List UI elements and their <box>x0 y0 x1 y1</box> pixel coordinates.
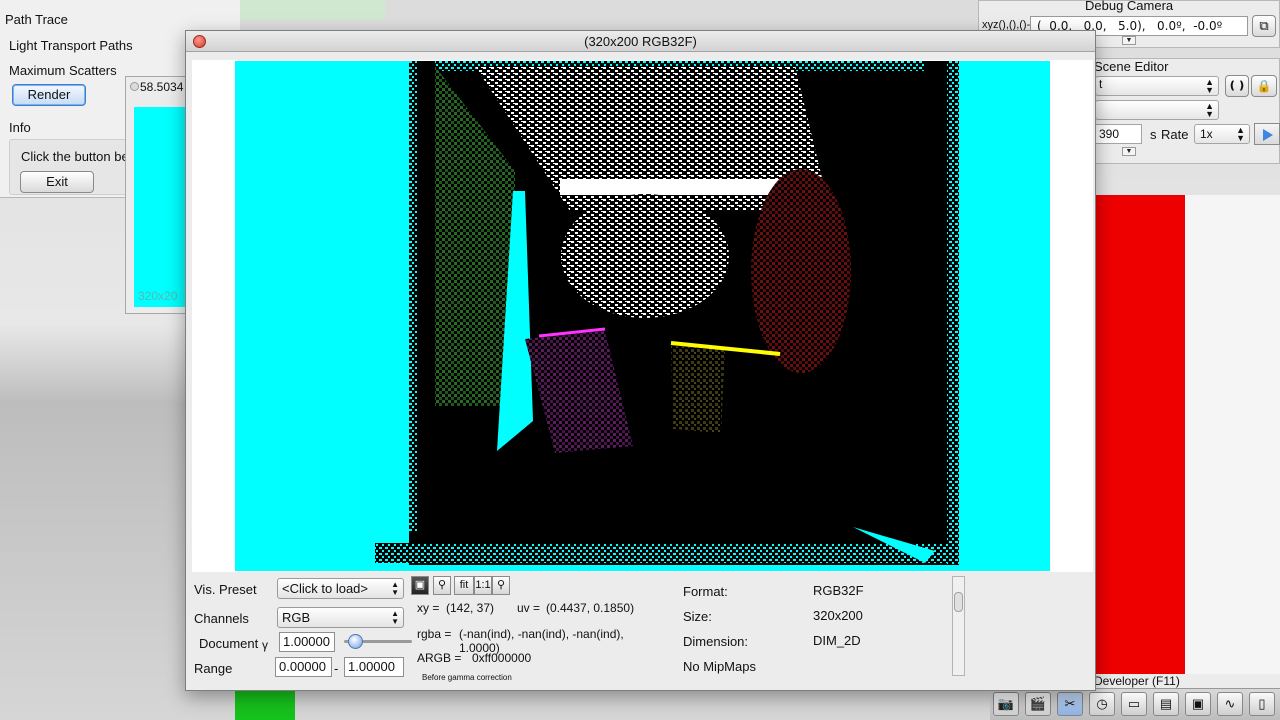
lock-icon[interactable]: 🔒 <box>1251 75 1277 97</box>
xy-value: (142, 37) <box>446 601 495 615</box>
rgba-value: (-nan(ind), -nan(ind), -nan(ind), <box>459 627 624 641</box>
camera-icon[interactable]: 📷 <box>993 692 1019 716</box>
path-trace-title: Path Trace <box>5 12 68 27</box>
dimension-label: Dimension: <box>683 634 749 649</box>
close-icon[interactable] <box>193 35 206 48</box>
rendered-image[interactable] <box>235 61 1050 571</box>
olive-box <box>671 346 725 433</box>
note-icon[interactable]: ▭ <box>1121 692 1147 716</box>
render-edge-right <box>947 61 959 565</box>
profiler-icon[interactable]: ∿ <box>1217 692 1243 716</box>
reload-icon[interactable]: ❪❫ <box>1225 75 1249 97</box>
rate-dropdown[interactable]: 1x ▲ ▼ <box>1194 124 1250 144</box>
exit-button[interactable]: Exit <box>20 171 94 193</box>
updown-arrows-icon: ▲ ▼ <box>1236 125 1245 143</box>
window-dot-icon <box>130 82 139 91</box>
console-icon[interactable]: ▤ <box>1153 692 1179 716</box>
background-scene-white-wall <box>1185 195 1280 675</box>
range-separator: - <box>334 661 339 676</box>
info-text: Click the button be <box>21 149 129 164</box>
background-window-title: 58.5034 <box>140 80 184 94</box>
size-value: 320x200 <box>813 608 863 623</box>
info-scrollbar[interactable] <box>952 576 965 676</box>
updown-arrows-icon: ▲ ▼ <box>391 580 399 597</box>
document-label: Document <box>199 636 259 651</box>
render-edge-bottom <box>375 543 955 563</box>
clapperboard-icon[interactable]: 🎬 <box>1025 692 1051 716</box>
gamma-slider-knob[interactable] <box>348 634 363 649</box>
channels-value: RGB <box>282 610 311 625</box>
scrollbar-thumb[interactable] <box>954 592 963 612</box>
copy-icon[interactable]: ⧉ <box>1252 15 1276 37</box>
document-icon[interactable]: ▯ <box>1249 692 1275 716</box>
fit-button[interactable]: fit <box>454 576 474 595</box>
info-label: Info <box>9 120 31 135</box>
light-transport-paths-label: Light Transport Paths <box>9 38 133 53</box>
one-to-one-button[interactable]: 1:1 <box>474 576 492 595</box>
vis-preset-dropdown[interactable]: <Click to load> ▲ ▼ <box>277 578 404 599</box>
texture-viewer-title: (320x200 RGB32F) <box>584 34 697 49</box>
red-ellipse <box>751 169 851 373</box>
channels-dropdown[interactable]: RGB ▲ ▼ <box>277 607 404 628</box>
argb-label: ARGB = <box>417 651 462 665</box>
camera-dropdown[interactable]: ▲ ▼ <box>1095 100 1219 120</box>
uv-label: uv = <box>517 601 541 615</box>
texture-viewer-titlebar[interactable]: (320x200 RGB32F) <box>186 31 1095 52</box>
chevron-down-icon[interactable]: ▼ <box>1122 147 1136 156</box>
clock-icon[interactable]: ◷ <box>1089 692 1115 716</box>
vis-preset-value: <Click to load> <box>282 581 368 596</box>
range-min-field[interactable]: 0.00000 <box>275 657 332 677</box>
dimension-value: DIM_2D <box>813 633 861 648</box>
windows-icon[interactable]: ▣ <box>1185 692 1211 716</box>
tools-icon[interactable]: ✂ <box>1057 692 1083 716</box>
updown-arrows-icon: ▲ ▼ <box>1205 101 1214 119</box>
argb-value: 0xff000000 <box>472 651 532 665</box>
channels-label: Channels <box>194 611 249 626</box>
render-button[interactable]: Render <box>12 84 86 106</box>
camera-dropdown-value <box>1096 101 1099 115</box>
gamma-note: Before gamma correction <box>422 673 512 682</box>
gamma-symbol: γ <box>262 638 268 652</box>
mipmaps-text: No MipMaps <box>683 659 756 674</box>
render-edge-left <box>409 61 417 531</box>
xy-label: xy = <box>417 601 440 615</box>
size-label: Size: <box>683 609 712 624</box>
play-icon[interactable] <box>1254 123 1280 145</box>
inspect-icon[interactable]: ⚲ <box>433 576 451 595</box>
format-value: RGB32F <box>813 583 864 598</box>
vis-preset-label: Vis. Preset <box>194 582 257 597</box>
range-label: Range <box>194 661 233 676</box>
pin-icon[interactable]: ⚲ <box>492 576 510 595</box>
save-icon[interactable]: ▣ <box>411 576 429 595</box>
time-field[interactable]: 390 <box>1095 124 1142 144</box>
debug-camera-title: Debug Camera <box>1085 0 1174 13</box>
sphere <box>561 194 729 318</box>
rate-dropdown-value: 1x <box>1200 127 1213 141</box>
gamma-field[interactable]: 1.00000 <box>279 632 335 652</box>
time-unit-label: s <box>1150 127 1157 142</box>
range-max-field[interactable]: 1.00000 <box>344 657 404 677</box>
scene-dropdown-value: t <box>1099 77 1103 91</box>
format-label: Format: <box>683 584 728 599</box>
maximum-scatters-label: Maximum Scatters <box>9 63 117 78</box>
updown-arrows-icon: ▲ ▼ <box>1205 77 1214 95</box>
chevron-down-icon[interactable]: ▼ <box>1122 36 1136 45</box>
scene-dropdown[interactable]: t ▲ ▼ <box>1095 76 1219 96</box>
rgba-label: rgba = <box>417 627 452 641</box>
background-scene-green <box>235 0 385 20</box>
background-scene-red-wall <box>1095 195 1190 675</box>
scene-editor-title: Scene Editor <box>1094 59 1169 74</box>
uv-value: (0.4437, 0.1850) <box>546 601 635 615</box>
texture-viewer-window: (320x200 RGB32F) Vis. Preset <Click to l… <box>185 30 1096 691</box>
rate-label: Rate <box>1161 127 1189 142</box>
background-window-label: 320x20 <box>138 289 178 303</box>
updown-arrows-icon: ▲ ▼ <box>391 609 399 626</box>
background-scene-green-floor <box>235 690 295 720</box>
